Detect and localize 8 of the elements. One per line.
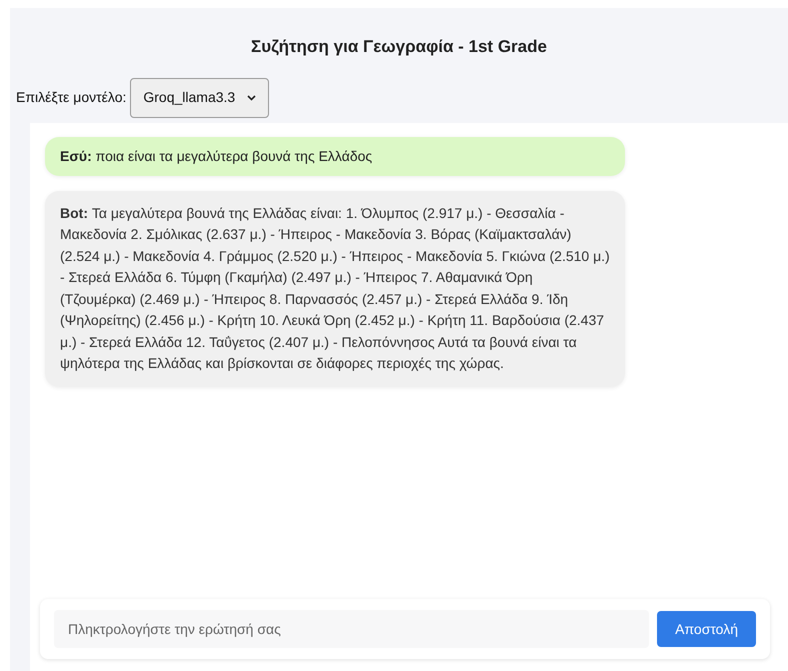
- chevron-icon: [247, 94, 256, 100]
- page-title: Συζήτηση για Γεωγραφία - 1st Grade: [251, 36, 547, 58]
- model-label: Επιλέξτε μοντέλο:: [16, 88, 126, 107]
- user-message: Εσύ: ποια είναι τα μεγαλύτερα βουνά της Ελλάδος: [45, 136, 625, 176]
- model-select[interactable]: Groq_llama3.3: [130, 78, 270, 118]
- bot-message: Bot: Τα μεγαλύτερα βουνά της Ελλάδας είναι: 1. Όλυμπος (2.917 μ.) - Θεσσαλία - Μακεδονία 2. Σμόλικας (2.637 μ.) - Ήπειρος - Μακεδονία 3. Βόρας (Καϊμακτσαλάν) (2.524 μ.) - Μακεδονία 4. Γράμμος (2.520 μ.) - Ήπειρος - Μακεδονία 5. Γκιώνα (2.510 μ.) - Στερεά Ελλάδα 6. Τύμφη (Γκαμήλα) (2.497 μ.) - Ήπειρος 7. Αθαμανικά Όρη (Τζουμέρκα) (2.469 μ.) - Ήπειρος 8. Παρνασσός (2.457 μ.) - Στερεά Ελλάδα 9. Ίδη (Ψηλορείτης) (2.456 μ.) - Κρήτη 10. Λευκά Όρη (2.452 μ.) - Κρήτη 11. Βαρδούσια (2.437 μ.) - Στερεά Ελλάδα 12. Ταΰγετος (2.407 μ.) - Πελοπόννησος Αυτά τα βουνά είναι τα ψηλότερα της Ελλάδας και βρίσκονται σε διάφορες περιοχές της χώρας.: [45, 190, 625, 386]
- send-button[interactable]: Αποστολή: [657, 611, 756, 647]
- question-input[interactable]: Πληκτρολογήστε την ερώτησή σας: [54, 610, 650, 648]
